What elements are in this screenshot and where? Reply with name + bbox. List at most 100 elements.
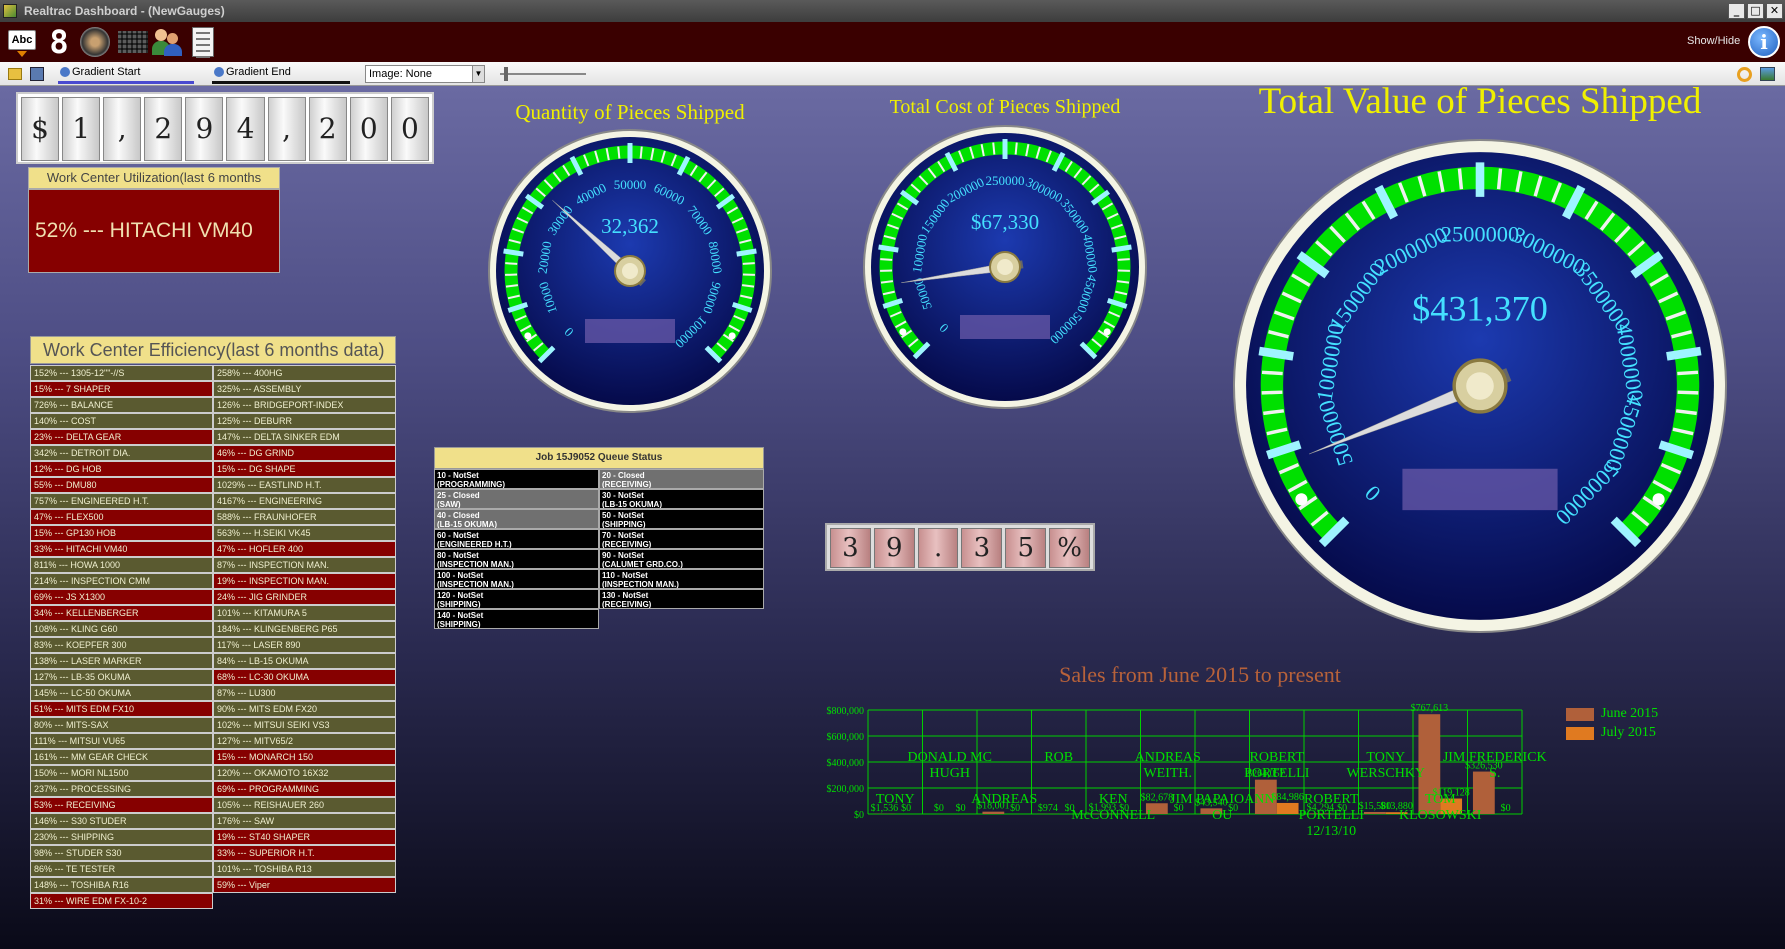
efficiency-item: 84% --- LB-15 OKUMA bbox=[213, 653, 396, 669]
efficiency-item: 258% --- 400HG bbox=[213, 365, 396, 381]
category-label: ROBERT PORTELLI bbox=[1244, 750, 1310, 781]
users-icon[interactable] bbox=[152, 27, 182, 57]
queue-step: 140 - NotSet bbox=[437, 611, 484, 620]
gauge-minor-tick bbox=[505, 262, 518, 265]
queue-work-center: (RECEIVING) bbox=[602, 540, 652, 549]
efficiency-item: 33% --- HITACHI VM40 bbox=[30, 541, 213, 557]
gauge-major-tick bbox=[878, 244, 899, 253]
efficiency-item: 726% --- BALANCE bbox=[30, 397, 213, 413]
efficiency-item: 55% --- DMU80 bbox=[30, 477, 213, 493]
gauge-minor-tick bbox=[1457, 168, 1464, 190]
queue-cell: 120 - NotSet (SHIPPING) bbox=[434, 589, 599, 609]
queue-work-center: (PROGRAMMING) bbox=[437, 480, 505, 489]
efficiency-item: 214% --- INSPECTION CMM bbox=[30, 573, 213, 589]
counter-digit: 3 bbox=[830, 528, 871, 568]
show-hide-button[interactable]: Show/Hide bbox=[1687, 35, 1740, 47]
queue-step: 30 - NotSet bbox=[602, 491, 644, 500]
app-icon bbox=[3, 4, 17, 18]
gradient-end-picker[interactable]: Gradient End bbox=[212, 64, 350, 84]
efficiency-item: 757% --- ENGINEERED H.T. bbox=[30, 493, 213, 509]
counter-digit: 0 bbox=[349, 97, 388, 161]
queue-cell: 140 - NotSet (SHIPPING) bbox=[434, 609, 599, 629]
gradient-end-label: Gradient End bbox=[226, 66, 291, 78]
queue-work-center: (INSPECTION MAN.) bbox=[437, 580, 514, 589]
counter-digit: 5 bbox=[1005, 528, 1047, 568]
category-label: JIM FREDERICK S. bbox=[1442, 750, 1547, 781]
queue-cell: 70 - NotSet (RECEIVING) bbox=[599, 529, 764, 549]
counter-digit: 1 bbox=[62, 97, 101, 161]
efficiency-item: 80% --- MITS-SAX bbox=[30, 717, 213, 733]
efficiency-item: 15% --- 7 SHAPER bbox=[30, 381, 213, 397]
gauge-stop-dot bbox=[899, 328, 907, 336]
gauge-minor-tick bbox=[992, 142, 996, 155]
picture-icon[interactable] bbox=[1760, 67, 1775, 81]
efficiency-item: 108% --- KLING G60 bbox=[30, 621, 213, 637]
category-label: ROB bbox=[1044, 750, 1074, 765]
legend-item-july: July 2015 bbox=[1566, 725, 1658, 741]
efficiency-item: 101% --- TOSHIBA R13 bbox=[213, 861, 396, 877]
efficiency-item: 237% --- PROCESSING bbox=[30, 781, 213, 797]
cost-gauge: 0500001000001500002000002500003000003500… bbox=[863, 125, 1147, 409]
efficiency-item: 87% --- LU300 bbox=[213, 685, 396, 701]
queue-work-center: (SHIPPING) bbox=[437, 620, 481, 629]
queue-step: 120 - NotSet bbox=[437, 591, 484, 600]
queue-cell: 30 - NotSet (LB-15 OKUMA) bbox=[599, 489, 764, 509]
dashboard-canvas: $1, 2 9 4, 2 0 0 Work Center Utilization(last … bbox=[0, 86, 1785, 949]
close-button[interactable]: ✕ bbox=[1766, 3, 1783, 19]
counter-digit: , bbox=[267, 97, 306, 161]
refresh-icon[interactable] bbox=[1737, 67, 1752, 82]
image-select[interactable]: Image: None ▼ bbox=[365, 65, 485, 83]
efficiency-item: 146% --- S30 STUDER bbox=[30, 813, 213, 829]
legend-swatch-june bbox=[1566, 707, 1594, 721]
queue-cell: 130 - NotSet (RECEIVING) bbox=[599, 589, 764, 609]
y-tick-label: $600,000 bbox=[827, 732, 865, 743]
efficiency-item: 184% --- KLINGENBERG P65 bbox=[213, 621, 396, 637]
dropdown-arrow-icon[interactable] bbox=[17, 51, 27, 57]
gauge-major-tick bbox=[1666, 346, 1702, 361]
add-text-icon[interactable]: Abc bbox=[8, 30, 36, 50]
efficiency-item: 34% --- KELLENBERGER bbox=[30, 605, 213, 621]
add-counter-icon[interactable]: 8 bbox=[44, 26, 74, 58]
queue-step: 100 - NotSet bbox=[437, 571, 484, 580]
efficiency-item: 152% --- 1305-12""-//S bbox=[30, 365, 213, 381]
efficiency-item: 127% --- MITV65/2 bbox=[213, 733, 396, 749]
efficiency-item: 47% --- HOFLER 400 bbox=[213, 541, 396, 557]
efficiency-item: 15% --- DG SHAPE bbox=[213, 461, 396, 477]
document-icon[interactable] bbox=[192, 27, 214, 58]
save-icon[interactable] bbox=[30, 67, 44, 81]
gradient-start-picker[interactable]: Gradient Start bbox=[58, 64, 194, 84]
gauge-tick-label: 50000 bbox=[614, 177, 647, 192]
efficiency-item: 176% --- SAW bbox=[213, 813, 396, 829]
efficiency-column-right: 258% --- 400HG 325% --- ASSEMBLY 126% --- … bbox=[213, 365, 396, 893]
gauge-minor-tick bbox=[639, 146, 643, 159]
gauge-minor-tick bbox=[880, 258, 893, 261]
chevron-down-icon[interactable]: ▼ bbox=[472, 66, 484, 82]
minimize-button[interactable]: _ bbox=[1728, 3, 1745, 19]
counter-digit: 4 bbox=[226, 97, 265, 161]
gradient-start-swatch bbox=[58, 81, 194, 84]
add-grid-icon[interactable] bbox=[118, 31, 148, 53]
category-label: TONY WERSCHKY bbox=[1346, 750, 1426, 781]
value-gauge-title: Total Value of Pieces Shipped bbox=[1258, 86, 1702, 122]
info-icon[interactable]: i bbox=[1748, 26, 1780, 58]
gauge-minor-tick bbox=[617, 146, 621, 159]
counter-digit: 9 bbox=[873, 528, 915, 568]
efficiency-item: 51% --- MITS EDM FX10 bbox=[30, 701, 213, 717]
efficiency-item: 87% --- INSPECTION MAN. bbox=[213, 557, 396, 573]
add-gauge-icon[interactable] bbox=[80, 27, 110, 57]
gauge-stop-dot bbox=[524, 332, 532, 340]
maximize-button[interactable]: □ bbox=[1747, 3, 1764, 19]
efficiency-item: 19% --- ST40 SHAPER bbox=[213, 829, 396, 845]
gauge-tick-label: 2500000 bbox=[1441, 222, 1519, 247]
zoom-slider-track[interactable] bbox=[500, 73, 586, 75]
logo-plate bbox=[1402, 468, 1558, 511]
queue-step: 20 - Closed bbox=[602, 471, 645, 480]
queue-work-center: (SAW) bbox=[437, 500, 461, 509]
gauge-tick-label: 250000 bbox=[986, 173, 1025, 188]
gauge-major-tick bbox=[1258, 346, 1294, 361]
category-label: JIM PAPAIOANN OU bbox=[1170, 792, 1275, 823]
queue-header: Job 15J9052 Queue Status bbox=[434, 447, 764, 469]
efficiency-item: 102% --- MITSUI SEIKI VS3 bbox=[213, 717, 396, 733]
zoom-slider-thumb[interactable] bbox=[504, 67, 508, 81]
open-folder-icon[interactable] bbox=[8, 68, 22, 80]
